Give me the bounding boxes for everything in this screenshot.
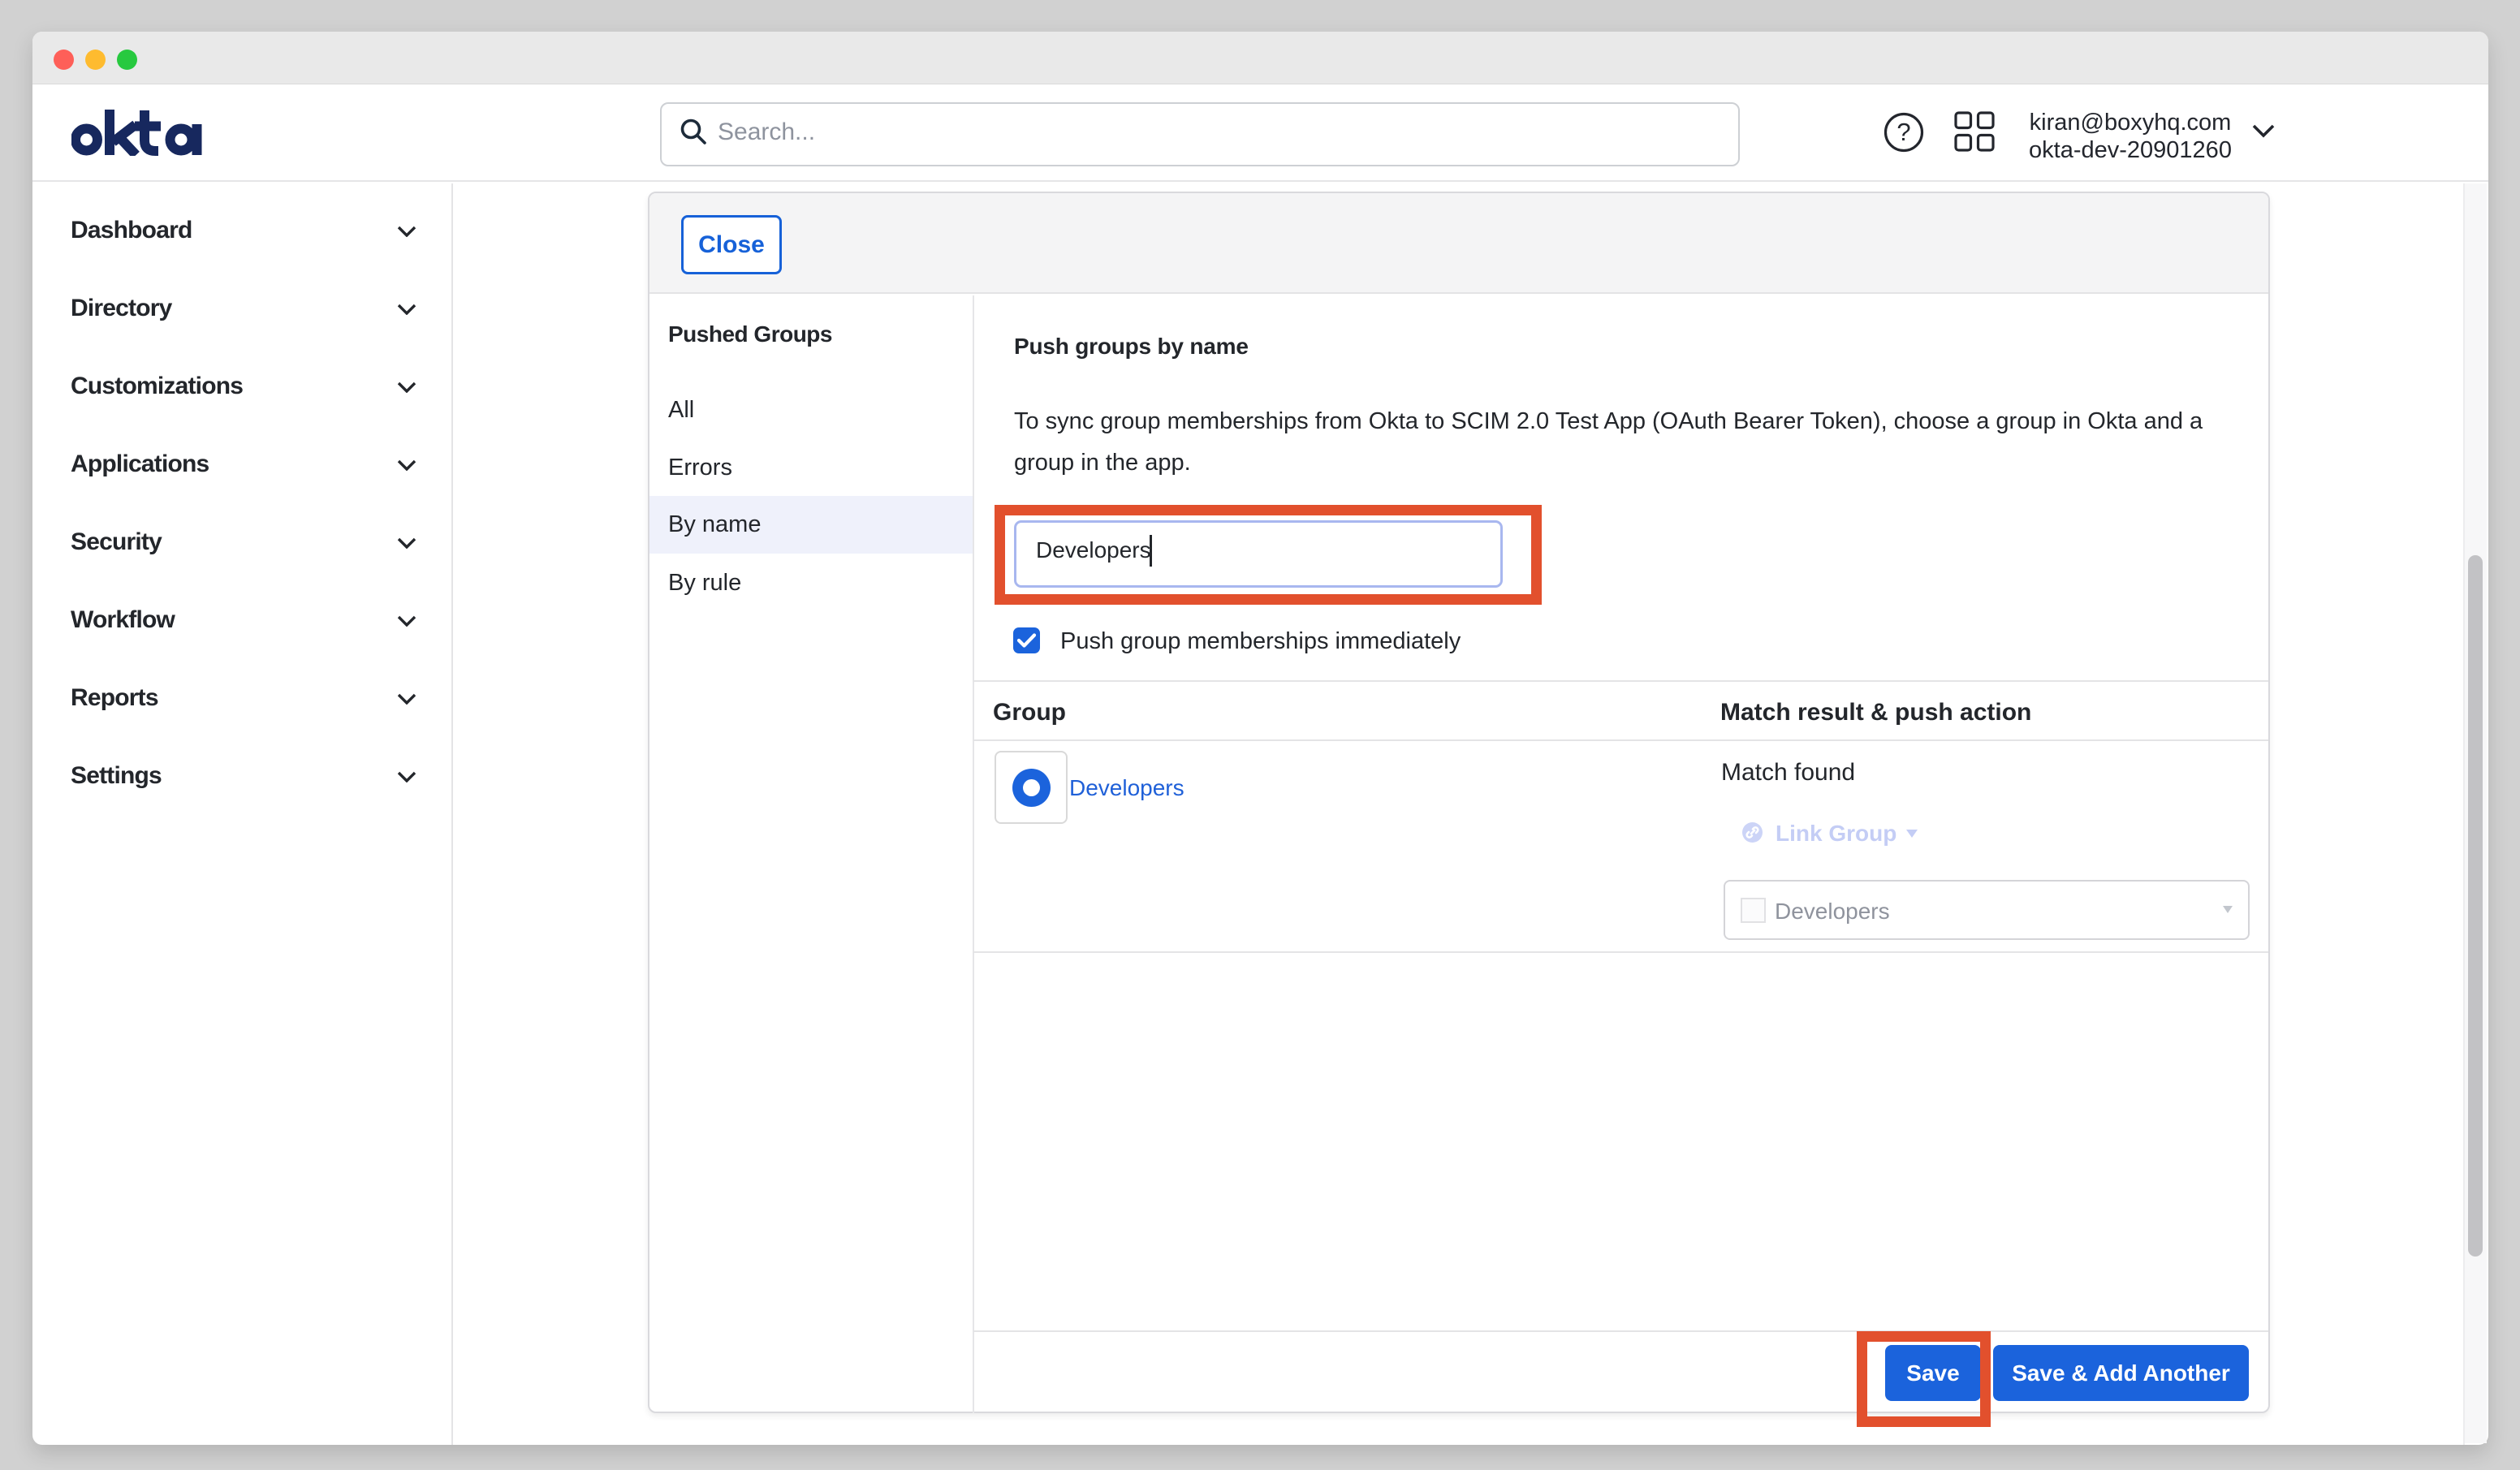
svg-text:?: ? — [1896, 118, 1910, 146]
